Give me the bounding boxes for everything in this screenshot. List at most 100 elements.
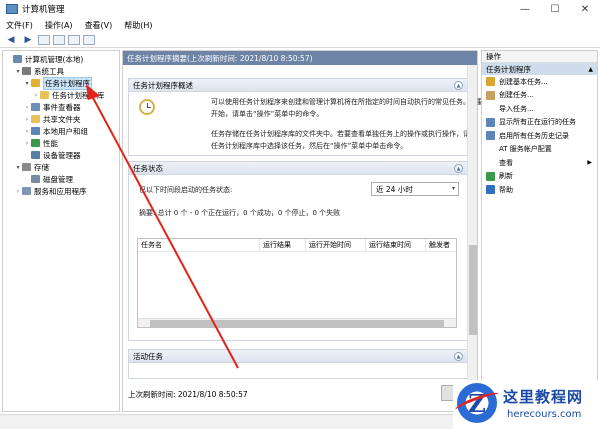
menu-action[interactable]: 操作(A): [45, 20, 73, 31]
expand-arrow-icon[interactable]: ▾: [14, 68, 22, 75]
actions-header: 操作: [482, 51, 597, 63]
status-period-dropdown[interactable]: 近 24 小时 ▾: [371, 182, 459, 196]
tree-item[interactable]: ▾ 存储: [3, 161, 119, 173]
expand-arrow-icon[interactable]: ›: [32, 92, 40, 99]
column-run-start[interactable]: 运行开始时间: [306, 238, 366, 252]
active-tasks-header[interactable]: 活动任务 ▲: [129, 350, 467, 363]
expand-arrow-icon[interactable]: ›: [23, 128, 31, 135]
action-item[interactable]: 显示所有正在运行的任务: [482, 116, 597, 130]
scrollbar-thumb[interactable]: [150, 320, 444, 327]
active-tasks-section: 活动任务 ▲: [128, 349, 468, 379]
tree-item[interactable]: › 服务和应用程序: [3, 185, 119, 197]
tree-item[interactable]: › 共享文件夹: [3, 113, 119, 125]
collapse-icon[interactable]: ▲: [454, 81, 463, 90]
tree-item-label: 共享文件夹: [43, 114, 81, 124]
tree-item[interactable]: 设备管理器: [3, 149, 119, 161]
action-item[interactable]: 启用所有任务历史记录: [482, 129, 597, 143]
task-status-table: 任务名 运行结果 运行开始时间 运行结束时间 触发者: [137, 238, 457, 328]
action-label: 显示所有正在运行的任务: [499, 118, 576, 127]
action-item[interactable]: 创建基本任务...: [482, 75, 597, 89]
tree-item-label: 任务计划程序: [43, 76, 92, 90]
action-item[interactable]: 导入任务...: [482, 102, 597, 116]
actions-section-title: 任务计划程序: [486, 64, 531, 74]
back-arrow-icon[interactable]: ◀: [4, 34, 18, 46]
tree-item[interactable]: › 事件查看器: [3, 101, 119, 113]
action-item[interactable]: 刷新: [482, 170, 597, 184]
forward-arrow-icon[interactable]: ▶: [21, 34, 35, 46]
import-task-icon: [486, 104, 495, 114]
services-icon: [22, 187, 31, 195]
overview-line: 开始，请单击“操作”菜单中的命令。: [211, 110, 324, 118]
tree-item[interactable]: › 任务计划程序库: [3, 89, 119, 101]
clock-icon: [139, 99, 155, 115]
shared-folder-icon: [31, 115, 40, 123]
action-item[interactable]: 帮助: [482, 183, 597, 197]
tree-item-label: 性能: [43, 138, 58, 148]
tree-item[interactable]: › 本地用户和组: [3, 125, 119, 137]
show-hide-tree-icon[interactable]: [53, 34, 65, 45]
minimize-button[interactable]: —: [510, 0, 540, 18]
expand-arrow-icon[interactable]: ›: [23, 140, 31, 147]
center-vertical-scrollbar[interactable]: [467, 65, 477, 413]
watermark-logo: Z: [453, 383, 501, 423]
expand-arrow-icon[interactable]: ›: [14, 188, 22, 195]
tree-item[interactable]: 计算机管理(本地): [3, 53, 119, 65]
tree-item-label: 存储: [34, 162, 49, 172]
create-basic-task-icon: [486, 77, 495, 87]
action-item[interactable]: 查看 ▶: [482, 156, 597, 170]
tree-item[interactable]: › 性能: [3, 137, 119, 149]
menu-help[interactable]: 帮助(H): [124, 20, 152, 31]
action-item[interactable]: 创建任务...: [482, 89, 597, 103]
close-button[interactable]: ✕: [570, 0, 600, 18]
tree-item[interactable]: 磁盘管理: [3, 173, 119, 185]
action-label: 创建基本任务...: [499, 77, 548, 86]
watermark-title: 这里教程网: [503, 388, 584, 406]
column-run-result[interactable]: 运行结果: [260, 238, 306, 252]
tree-item-label: 磁盘管理: [43, 174, 73, 184]
watermark-url: herecours.com: [507, 409, 582, 420]
column-task-name[interactable]: 任务名: [138, 238, 260, 252]
collapse-icon[interactable]: ▲: [454, 352, 463, 361]
expand-arrow-icon[interactable]: ▾: [14, 164, 22, 171]
scrollbar-thumb[interactable]: [469, 245, 477, 335]
computer-management-window: 计算机管理 — ☐ ✕ 文件(F) 操作(A) 查看(V) 帮助(H) ◀ ▶ …: [0, 0, 600, 429]
title-bar: 计算机管理 — ☐ ✕: [0, 0, 600, 18]
column-run-end[interactable]: 运行结束时间: [366, 238, 426, 252]
table-horizontal-scrollbar[interactable]: [138, 318, 456, 327]
column-triggered-by[interactable]: 触发者: [426, 239, 456, 252]
window-title: 计算机管理: [22, 5, 65, 15]
expand-arrow-icon[interactable]: ▾: [23, 80, 31, 87]
action-label: 启用所有任务历史记录: [499, 131, 569, 140]
task-status-header[interactable]: 任务状态 ▲: [129, 162, 467, 175]
tree-item[interactable]: ▾ 系统工具: [3, 65, 119, 77]
maximize-button[interactable]: ☐: [540, 0, 570, 18]
actions-pane: 操作 任务计划程序 ▲ 创建基本任务... 创建任务... 导入任务... 显示所有正…: [481, 50, 598, 412]
help-pane-icon[interactable]: [83, 34, 95, 45]
menu-file[interactable]: 文件(F): [6, 20, 33, 31]
overview-line: 可以使用任务计划程序来创建和管理计算机将在所指定的时间自动执行的常见任务。若要: [211, 98, 484, 106]
up-folder-icon[interactable]: [38, 34, 50, 45]
properties-icon[interactable]: [68, 34, 80, 45]
status-summary: 摘要: 总计 0 个 - 0 个正在运行，0 个成功，0 个停止，0 个失败: [139, 209, 341, 217]
help-icon: [486, 185, 495, 195]
overview-line: 任务计划程序库中选择该任务，然后在“操作”菜单中单击命令。: [211, 142, 408, 150]
disk-icon: [31, 175, 40, 183]
action-item[interactable]: AT 服务帐户配置: [482, 143, 597, 157]
expand-arrow-icon[interactable]: ›: [23, 104, 31, 111]
table-header: 任务名 运行结果 运行开始时间 运行结束时间 触发者: [138, 238, 456, 252]
summary-header: 任务计划程序摘要(上次刷新时间: 2021/8/10 8:50:57): [123, 51, 477, 65]
collapse-icon[interactable]: ▲: [454, 164, 463, 173]
actions-section-header[interactable]: 任务计划程序 ▲: [482, 63, 597, 75]
status-period-label: 已以下时间段启动的任务状态:: [139, 186, 233, 194]
storage-icon: [22, 163, 31, 171]
overview-paragraph-1: 可以使用任务计划程序来创建和管理计算机将在所指定的时间自动执行的常见任务。若要 …: [211, 96, 484, 120]
status-period-value: 近 24 小时: [376, 184, 413, 194]
overview-section-header[interactable]: 任务计划程序概述 ▲: [129, 79, 467, 92]
expand-arrow-icon[interactable]: ›: [23, 116, 31, 123]
tree-item-label: 本地用户和组: [43, 126, 88, 136]
action-label: 帮助: [499, 185, 513, 194]
menu-view[interactable]: 查看(V): [85, 20, 113, 31]
overview-title: 任务计划程序概述: [133, 80, 193, 90]
action-label: AT 服务帐户配置: [499, 145, 552, 154]
tree-item[interactable]: ▾ 任务计划程序: [3, 76, 119, 90]
